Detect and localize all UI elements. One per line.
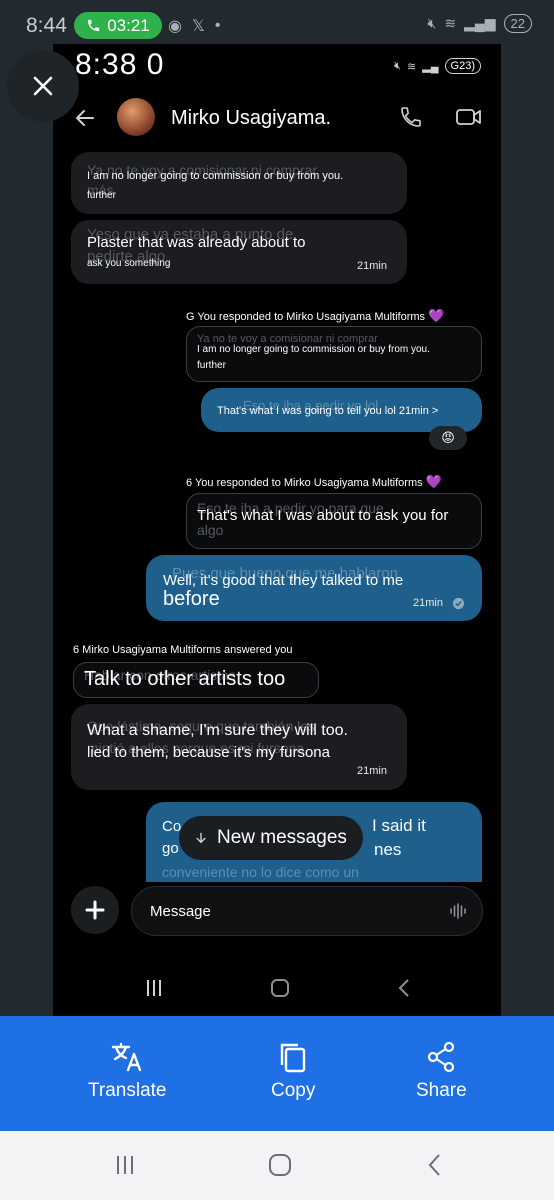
new-messages-button[interactable]: New messages (179, 816, 363, 860)
reply-header: 6 Mirko Usagiyama Multiforms answered yo… (73, 644, 292, 656)
message-text: Co (162, 818, 182, 835)
reply-header-text: 6 Mirko Usagiyama Multiforms answered yo… (73, 644, 293, 656)
plus-icon (85, 900, 105, 920)
contact-avatar[interactable] (117, 98, 155, 136)
voice-call-icon[interactable] (399, 105, 423, 129)
mute-icon: 🔇︎ (427, 15, 437, 31)
share-icon (428, 1041, 455, 1073)
read-check-icon (452, 597, 465, 610)
x-icon: 𝕏 (191, 18, 205, 35)
home-icon (271, 979, 289, 997)
messenger-icon: ◉ (168, 18, 182, 35)
message-text: further (87, 190, 116, 201)
video-call-icon[interactable] (455, 105, 483, 129)
message-text: lied to them, because it's my fursona (87, 744, 330, 761)
translate-icon (112, 1042, 142, 1072)
original-text: conveniente no lo dice como un (162, 864, 359, 880)
screenshot-image: 8:38 0 🔇︎ ≋ ▂▄ G23) Mirko Usagiyama. Ya … (53, 44, 501, 1016)
message-text: before (163, 588, 220, 610)
status-time: 8:44 (26, 14, 67, 37)
home-button[interactable] (266, 1151, 294, 1179)
copy-icon (280, 1043, 306, 1073)
heart-icon: 💜 (428, 308, 445, 323)
message-placeholder: Message (150, 902, 211, 920)
inner-status-bar: 8:38 0 🔇︎ ≋ ▂▄ G23) (53, 44, 501, 88)
ongoing-call-pill[interactable]: 03:21 (74, 12, 162, 39)
timestamp: 21min (413, 597, 443, 609)
timestamp: 21min (357, 260, 387, 272)
quote-text: I am no longer going to commission or bu… (197, 344, 430, 355)
translate-label: Translate (88, 1080, 167, 1101)
attach-button[interactable] (71, 886, 119, 934)
inner-wifi-icon: ≋ (407, 60, 417, 73)
close-icon (33, 76, 53, 96)
inner-navigation-bar (53, 968, 501, 1008)
inner-status-time: 8:38 0 (75, 48, 165, 81)
quoted-message[interactable]: Eso te iba a pedir yo para que algo That… (186, 493, 482, 549)
share-action-bar: Translate Copy Share (0, 1016, 554, 1131)
signal-icon: ▂▄▆ (464, 15, 496, 31)
dot-icon: • (214, 17, 221, 34)
back-icon (398, 979, 409, 997)
copy-label: Copy (271, 1080, 316, 1101)
close-button[interactable] (7, 50, 79, 122)
reply-header: 6 You responded to Mirko Usagiyama Multi… (186, 474, 442, 490)
chat-header: Mirko Usagiyama. (53, 94, 501, 144)
heart-icon: 💜 (425, 474, 442, 489)
system-icons: 🔇︎ ≋ ▂▄▆ 22 (428, 14, 532, 33)
inner-mute-icon: 🔇︎ (394, 59, 402, 72)
message-composer: Message (53, 882, 501, 942)
reaction-badge[interactable]: 😡 (429, 426, 467, 450)
timestamp: 21min (357, 765, 387, 777)
message-text: Well, it's good that they talked to me (163, 572, 404, 589)
quoted-message[interactable]: Ya no te voy a comisionar ni comprar I a… (186, 326, 482, 382)
message-text: I said it (372, 816, 426, 835)
system-navigation-bar (0, 1131, 554, 1200)
quote-text: further (197, 360, 226, 371)
inner-battery-icon: G23) (444, 58, 481, 74)
message-text: I am no longer going to commission or bu… (87, 170, 344, 182)
battery-icon: 22 (503, 14, 532, 33)
back-button[interactable] (421, 1151, 449, 1179)
phone-icon (88, 19, 100, 32)
message-text: ask you something (87, 258, 171, 269)
quote-text: Talk to other artists too (84, 668, 286, 690)
received-message-1[interactable]: Ya no te voy a comisionar ni comprar más… (71, 152, 407, 214)
received-message-2[interactable]: Yeso que ya estaba a punto de pedirte al… (71, 220, 407, 284)
reply-header: G You responded to Mirko Usagiyama Multi… (186, 308, 444, 324)
arrow-down-icon (196, 832, 206, 844)
sent-message-2[interactable]: Pues que bueno que me hablaron Well, it'… (146, 555, 482, 621)
share-label: Share (416, 1080, 467, 1101)
original-text: algo (197, 522, 224, 538)
message-text: That's what I was going to tell you lol … (217, 405, 439, 417)
voice-wave-icon[interactable] (448, 901, 468, 921)
reply-header-text: 6 You responded to Mirko Usagiyama Multi… (186, 477, 423, 489)
copy-button[interactable]: Copy (271, 1040, 315, 1102)
message-text: What a shame, I'm sure they will too. (87, 722, 348, 739)
share-button[interactable]: Share (416, 1040, 467, 1102)
message-text: Plaster that was already about to (87, 234, 306, 251)
received-message-3[interactable]: Que lástima, seguro que también les mint… (71, 704, 407, 790)
new-messages-label: New messages (217, 827, 347, 848)
reply-header-text: G You responded to Mirko Usagiyama Multi… (186, 311, 426, 323)
recents-icon (147, 980, 161, 996)
message-input[interactable]: Message (131, 886, 483, 936)
translate-button[interactable]: Translate (88, 1040, 167, 1102)
quoted-message[interactable]: Hablar con otros artistas Talk to other … (73, 662, 319, 698)
notification-icons: ◉ 𝕏 • (168, 16, 220, 36)
message-text: nes (374, 840, 402, 859)
inner-signal-icon: ▂▄ (422, 60, 439, 73)
inner-system-icons: 🔇︎ ≋ ▂▄ G23) (394, 58, 481, 74)
wifi-icon: ≋ (444, 15, 457, 31)
message-text: go (162, 840, 179, 857)
recents-button[interactable] (111, 1151, 139, 1179)
call-duration: 03:21 (107, 15, 150, 35)
quote-text: That's what I was about to ask you for (197, 507, 449, 524)
contact-name[interactable]: Mirko Usagiyama. (171, 107, 331, 130)
back-arrow-icon[interactable] (73, 106, 97, 130)
